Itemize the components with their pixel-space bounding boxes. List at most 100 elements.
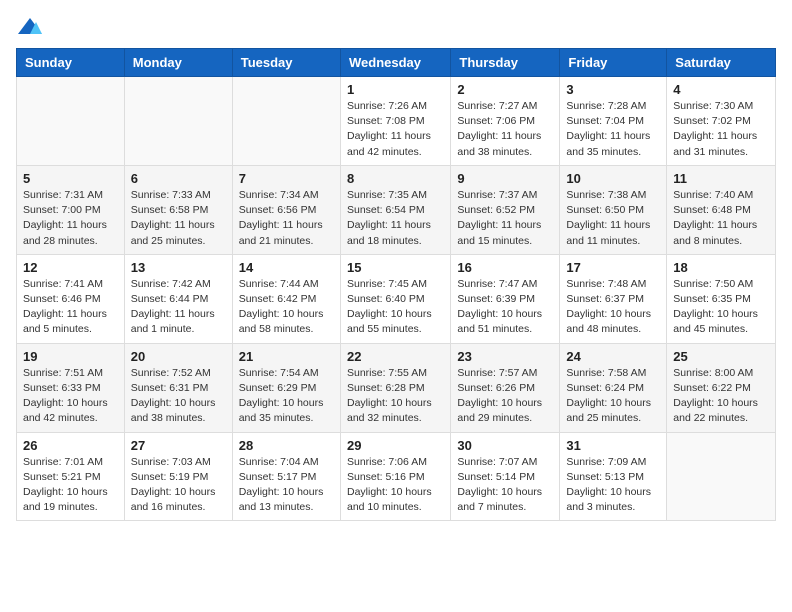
weekday-header-tuesday: Tuesday <box>232 49 340 77</box>
calendar-cell: 26 Sunrise: 7:01 AMSunset: 5:21 PMDayligh… <box>17 432 125 521</box>
calendar-cell: 25 Sunrise: 8:00 AMSunset: 6:22 PMDayligh… <box>667 343 776 432</box>
cell-content: Sunrise: 7:09 AMSunset: 5:13 PMDaylight:… <box>566 455 660 516</box>
cell-content: Sunrise: 7:35 AMSunset: 6:54 PMDaylight:… <box>347 188 444 249</box>
cell-content: Sunrise: 7:38 AMSunset: 6:50 PMDaylight:… <box>566 188 660 249</box>
cell-content: Sunrise: 7:54 AMSunset: 6:29 PMDaylight:… <box>239 366 334 427</box>
day-number: 8 <box>347 171 444 186</box>
cell-content: Sunrise: 7:55 AMSunset: 6:28 PMDaylight:… <box>347 366 444 427</box>
calendar-cell: 22Sunrise: 7:55 AMSunset: 6:28 PMDayligh… <box>340 343 450 432</box>
day-number: 2 <box>457 82 553 97</box>
calendar-cell: 23Sunrise: 7:57 AMSunset: 6:26 PMDayligh… <box>451 343 560 432</box>
cell-content: Sunrise: 7:06 AMSunset: 5:16 PMDaylight:… <box>347 455 444 516</box>
calendar-cell: 21 Sunrise: 7:54 AMSunset: 6:29 PMDayligh… <box>232 343 340 432</box>
day-number: 29 <box>347 438 444 453</box>
day-number: 24 <box>566 349 660 364</box>
cell-content: Sunrise: 7:07 AMSunset: 5:14 PMDaylight:… <box>457 455 553 516</box>
cell-content: Sunrise: 7:04 AMSunset: 5:17 PMDaylight:… <box>239 455 334 516</box>
day-number: 31 <box>566 438 660 453</box>
calendar-cell: 13Sunrise: 7:42 AMSunset: 6:44 PMDayligh… <box>124 254 232 343</box>
weekday-header-friday: Friday <box>560 49 667 77</box>
day-number: 1 <box>347 82 444 97</box>
day-number: 27 <box>131 438 226 453</box>
calendar-cell: 8 Sunrise: 7:35 AMSunset: 6:54 PMDaylight… <box>340 165 450 254</box>
calendar-cell: 24 Sunrise: 7:58 AMSunset: 6:24 PMDayligh… <box>560 343 667 432</box>
day-number: 14 <box>239 260 334 275</box>
cell-content: Sunrise: 7:33 AMSunset: 6:58 PMDaylight:… <box>131 188 226 249</box>
day-number: 28 <box>239 438 334 453</box>
calendar-cell <box>17 77 125 166</box>
week-row-3: 12 Sunrise: 7:41 AMSunset: 6:46 PMDayligh… <box>17 254 776 343</box>
day-number: 16 <box>457 260 553 275</box>
day-number: 11 <box>673 171 769 186</box>
cell-content: Sunrise: 7:52 AMSunset: 6:31 PMDaylight:… <box>131 366 226 427</box>
day-number: 12 <box>23 260 118 275</box>
cell-content: Sunrise: 7:30 AMSunset: 7:02 PMDaylight:… <box>673 99 769 160</box>
cell-content: Sunrise: 7:31 AMSunset: 7:00 PMDaylight:… <box>23 188 118 249</box>
calendar-cell: 29 Sunrise: 7:06 AMSunset: 5:16 PMDayligh… <box>340 432 450 521</box>
day-number: 21 <box>239 349 334 364</box>
cell-content: Sunrise: 7:51 AMSunset: 6:33 PMDaylight:… <box>23 366 118 427</box>
day-number: 10 <box>566 171 660 186</box>
calendar-cell <box>667 432 776 521</box>
calendar-cell: 19 Sunrise: 7:51 AMSunset: 6:33 PMDayligh… <box>17 343 125 432</box>
calendar-cell: 31 Sunrise: 7:09 AMSunset: 5:13 PMDayligh… <box>560 432 667 521</box>
calendar: SundayMondayTuesdayWednesdayThursdayFrid… <box>16 48 776 521</box>
day-number: 30 <box>457 438 553 453</box>
calendar-cell: 30 Sunrise: 7:07 AMSunset: 5:14 PMDayligh… <box>451 432 560 521</box>
calendar-cell: 16 Sunrise: 7:47 AMSunset: 6:39 PMDayligh… <box>451 254 560 343</box>
calendar-cell: 18 Sunrise: 7:50 AMSunset: 6:35 PMDayligh… <box>667 254 776 343</box>
calendar-cell: 15 Sunrise: 7:45 AMSunset: 6:40 PMDayligh… <box>340 254 450 343</box>
logo-icon <box>16 16 44 38</box>
calendar-cell: 27Sunrise: 7:03 AMSunset: 5:19 PMDayligh… <box>124 432 232 521</box>
calendar-cell: 11Sunrise: 7:40 AMSunset: 6:48 PMDayligh… <box>667 165 776 254</box>
calendar-cell: 28 Sunrise: 7:04 AMSunset: 5:17 PMDayligh… <box>232 432 340 521</box>
weekday-header-row: SundayMondayTuesdayWednesdayThursdayFrid… <box>17 49 776 77</box>
calendar-cell: 17Sunrise: 7:48 AMSunset: 6:37 PMDayligh… <box>560 254 667 343</box>
cell-content: Sunrise: 7:58 AMSunset: 6:24 PMDaylight:… <box>566 366 660 427</box>
cell-content: Sunrise: 8:00 AMSunset: 6:22 PMDaylight:… <box>673 366 769 427</box>
day-number: 19 <box>23 349 118 364</box>
day-number: 5 <box>23 171 118 186</box>
cell-content: Sunrise: 7:50 AMSunset: 6:35 PMDaylight:… <box>673 277 769 338</box>
cell-content: Sunrise: 7:28 AMSunset: 7:04 PMDaylight:… <box>566 99 660 160</box>
day-number: 25 <box>673 349 769 364</box>
cell-content: Sunrise: 7:01 AMSunset: 5:21 PMDaylight:… <box>23 455 118 516</box>
day-number: 18 <box>673 260 769 275</box>
calendar-cell: 12 Sunrise: 7:41 AMSunset: 6:46 PMDayligh… <box>17 254 125 343</box>
day-number: 6 <box>131 171 226 186</box>
weekday-header-sunday: Sunday <box>17 49 125 77</box>
cell-content: Sunrise: 7:34 AMSunset: 6:56 PMDaylight:… <box>239 188 334 249</box>
day-number: 7 <box>239 171 334 186</box>
cell-content: Sunrise: 7:45 AMSunset: 6:40 PMDaylight:… <box>347 277 444 338</box>
week-row-5: 26 Sunrise: 7:01 AMSunset: 5:21 PMDayligh… <box>17 432 776 521</box>
day-number: 26 <box>23 438 118 453</box>
calendar-cell <box>124 77 232 166</box>
week-row-2: 5 Sunrise: 7:31 AMSunset: 7:00 PMDaylight… <box>17 165 776 254</box>
calendar-cell: 4 Sunrise: 7:30 AMSunset: 7:02 PMDaylight… <box>667 77 776 166</box>
weekday-header-thursday: Thursday <box>451 49 560 77</box>
calendar-cell: 9Sunrise: 7:37 AMSunset: 6:52 PMDaylight… <box>451 165 560 254</box>
calendar-cell: 3 Sunrise: 7:28 AMSunset: 7:04 PMDaylight… <box>560 77 667 166</box>
cell-content: Sunrise: 7:57 AMSunset: 6:26 PMDaylight:… <box>457 366 553 427</box>
cell-content: Sunrise: 7:26 AMSunset: 7:08 PMDaylight:… <box>347 99 444 160</box>
weekday-header-saturday: Saturday <box>667 49 776 77</box>
logo <box>16 16 46 38</box>
day-number: 20 <box>131 349 226 364</box>
calendar-cell: 1 Sunrise: 7:26 AMSunset: 7:08 PMDaylight… <box>340 77 450 166</box>
week-row-1: 1 Sunrise: 7:26 AMSunset: 7:08 PMDaylight… <box>17 77 776 166</box>
day-number: 9 <box>457 171 553 186</box>
header <box>16 16 776 38</box>
day-number: 3 <box>566 82 660 97</box>
day-number: 13 <box>131 260 226 275</box>
calendar-cell: 20 Sunrise: 7:52 AMSunset: 6:31 PMDayligh… <box>124 343 232 432</box>
calendar-cell: 2 Sunrise: 7:27 AMSunset: 7:06 PMDaylight… <box>451 77 560 166</box>
weekday-header-wednesday: Wednesday <box>340 49 450 77</box>
calendar-cell: 10 Sunrise: 7:38 AMSunset: 6:50 PMDayligh… <box>560 165 667 254</box>
calendar-cell: 6 Sunrise: 7:33 AMSunset: 6:58 PMDaylight… <box>124 165 232 254</box>
cell-content: Sunrise: 7:27 AMSunset: 7:06 PMDaylight:… <box>457 99 553 160</box>
cell-content: Sunrise: 7:47 AMSunset: 6:39 PMDaylight:… <box>457 277 553 338</box>
day-number: 4 <box>673 82 769 97</box>
day-number: 15 <box>347 260 444 275</box>
calendar-cell: 14Sunrise: 7:44 AMSunset: 6:42 PMDayligh… <box>232 254 340 343</box>
cell-content: Sunrise: 7:41 AMSunset: 6:46 PMDaylight:… <box>23 277 118 338</box>
